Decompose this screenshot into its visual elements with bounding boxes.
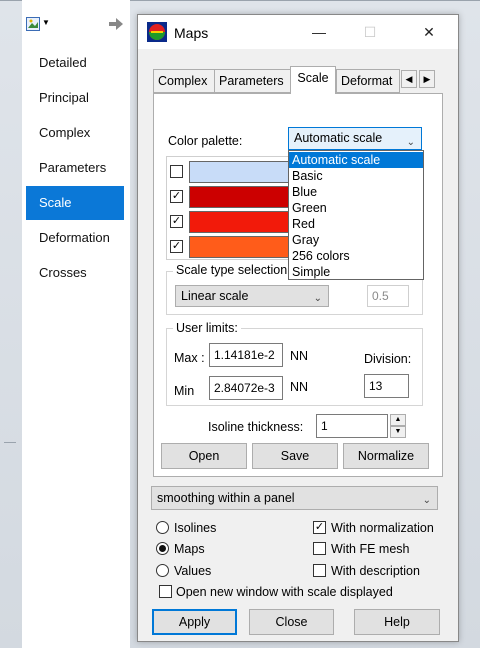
color-swatch[interactable] [189,211,295,233]
nav-item-parameters[interactable]: Parameters [26,151,124,185]
smoothing-select[interactable]: smoothing within a panel ⌄ [151,486,438,510]
image-icon[interactable] [26,17,40,31]
max-unit-label: NN [290,349,309,363]
chevron-down-icon: ⌄ [422,495,431,506]
tab-scroll-left-icon[interactable]: ◀ [401,70,417,88]
canvas-mark-line [4,442,16,443]
isoline-thickness-label: Isoline thickness: [208,420,304,434]
tab-scroll-right-icon[interactable]: ▶ [419,70,435,88]
save-button[interactable]: Save [252,443,338,469]
max-value-field[interactable]: 1.14181e-2 [209,343,283,367]
open-new-window-checkbox[interactable] [159,585,172,598]
minimize-button[interactable]: — [299,18,339,46]
maps-radio[interactable] [156,542,169,555]
palette-option[interactable]: Basic [289,168,423,184]
with-fe-mesh-label: With FE mesh [331,542,410,556]
palette-option[interactable]: Green [289,200,423,216]
isolines-label: Isolines [174,521,217,535]
with-description-label: With description [331,564,420,578]
tab-complex[interactable]: Complex [153,69,215,93]
smoothing-value: smoothing within a panel [157,491,295,505]
maps-label: Maps [174,542,205,556]
color-palette-label: Color palette: [168,134,243,148]
user-limits-label: User limits: [173,321,241,335]
tab-parameters[interactable]: Parameters [214,69,291,93]
nav-item-crosses[interactable]: Crosses [26,256,124,290]
palette-option[interactable]: Automatic scale [289,152,423,168]
open-button[interactable]: Open [161,443,247,469]
color-row-checkbox[interactable]: ✓ [170,240,183,253]
spin-down-icon[interactable]: ▼ [390,426,406,438]
palette-option[interactable]: Gray [289,232,423,248]
with-fe-mesh-checkbox[interactable] [313,542,326,555]
open-new-window-label: Open new window with scale displayed [176,585,393,599]
color-row-checkbox[interactable]: ✓ [170,215,183,228]
division-label: Division: [364,352,412,366]
values-radio[interactable] [156,564,169,577]
chevron-down-icon: ⌄ [313,293,322,304]
scale-type-value: Linear scale [181,289,249,303]
isolines-radio[interactable] [156,521,169,534]
scale-type-select[interactable]: Linear scale ⌄ [175,285,329,307]
scale-param-field[interactable]: 0.5 [367,285,409,307]
close-window-button[interactable]: ✕ [409,18,449,46]
window-title: Maps [174,25,209,41]
min-value-field[interactable]: 2.84072e-3 [209,376,283,400]
division-field[interactable]: 13 [364,374,409,398]
color-swatch[interactable] [189,161,295,183]
nav-item-principal[interactable]: Principal [26,81,124,115]
with-normalization-checkbox[interactable]: ✓ [313,521,326,534]
left-panel-toolbar: ▼ [22,14,130,38]
maps-app-icon [147,22,167,42]
maximize-button[interactable]: ☐ [350,18,390,46]
color-row-checkbox[interactable] [170,165,183,178]
dropdown-caret-icon[interactable]: ▼ [42,18,50,27]
arrow-right-icon[interactable] [108,17,124,31]
close-button[interactable]: Close [249,609,334,635]
nav-item-complex[interactable]: Complex [26,116,124,150]
palette-option[interactable]: 256 colors [289,248,423,264]
palette-option[interactable]: Simple [289,264,423,280]
color-swatch[interactable] [189,236,295,258]
color-row-checkbox[interactable]: ✓ [170,190,183,203]
palette-option[interactable]: Blue [289,184,423,200]
normalize-button[interactable]: Normalize [343,443,429,469]
min-unit-label: NN [290,380,309,394]
color-palette-select[interactable]: Automatic scale ⌄ [288,127,422,150]
color-palette-dropdown-list: Automatic scale Basic Blue Green Red Gra… [288,150,424,280]
scale-type-label: Scale type selection [173,263,293,277]
with-description-checkbox[interactable] [313,564,326,577]
min-label: Min [174,384,195,398]
spin-up-icon[interactable]: ▲ [390,414,406,426]
palette-option[interactable]: Red [289,216,423,232]
with-normalization-label: With normalization [331,521,434,535]
tab-deformation[interactable]: Deformat [336,69,400,93]
color-swatch[interactable] [189,186,295,208]
tab-scale[interactable]: Scale [290,66,336,94]
nav-item-scale[interactable]: Scale [26,186,124,220]
help-button[interactable]: Help [354,609,440,635]
nav-item-detailed[interactable]: Detailed [26,46,124,80]
isoline-thickness-field[interactable]: 1 [316,414,388,438]
color-palette-selected: Automatic scale [294,131,383,145]
apply-button[interactable]: Apply [152,609,237,635]
values-label: Values [174,564,212,578]
nav-item-deformation[interactable]: Deformation [26,221,124,255]
max-label: Max : [174,351,205,365]
